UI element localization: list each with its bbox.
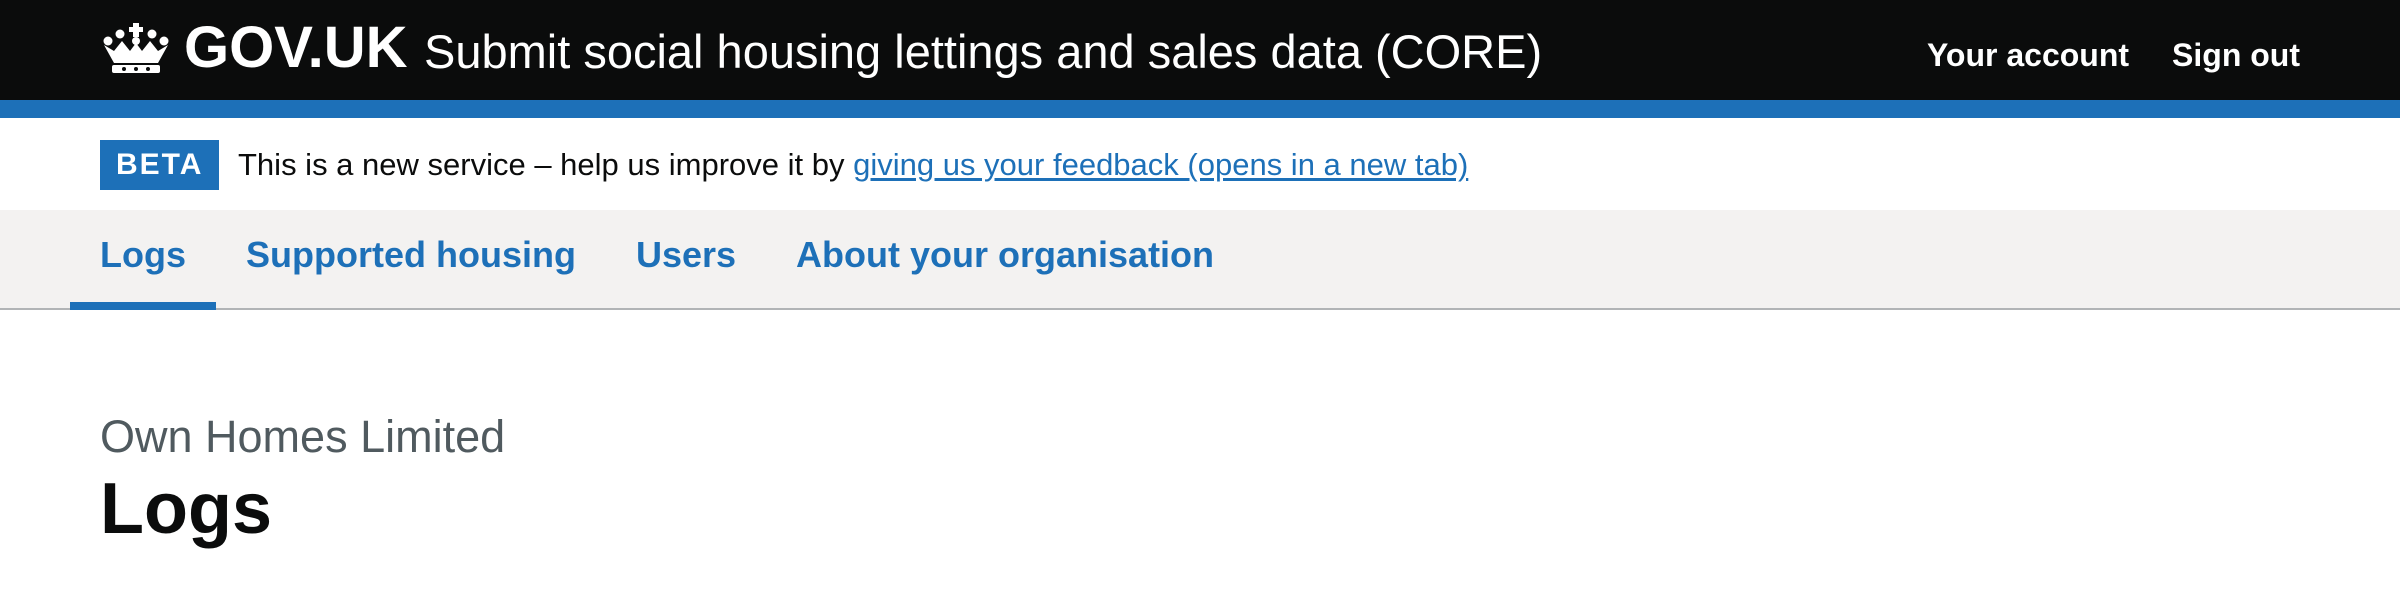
sign-out-link[interactable]: Sign out — [2172, 37, 2300, 73]
phase-banner: BETA This is a new service – help us imp… — [0, 118, 2400, 210]
nav-link-logs[interactable]: Logs — [100, 234, 186, 276]
nav-link-about-organisation[interactable]: About your organisation — [796, 234, 1214, 276]
your-account-link[interactable]: Your account — [1927, 37, 2129, 73]
page-title: Logs — [100, 469, 272, 549]
header-blue-bar — [0, 100, 2400, 118]
phase-banner-text: This is a new service – help us improve … — [238, 146, 1468, 183]
beta-tag: BETA — [100, 140, 220, 190]
header-account-nav: Your account Sign out — [1927, 37, 2300, 73]
nav-item-logs: Logs — [70, 210, 216, 310]
primary-navigation: Logs Supported housing Users About your … — [0, 210, 2400, 310]
feedback-link[interactable]: giving us your feedback (opens in a new … — [853, 147, 1468, 182]
nav-item-users: Users — [606, 210, 766, 308]
organisation-caption: Own Homes Limited — [100, 411, 506, 462]
nav-item-supported-housing: Supported housing — [216, 210, 606, 308]
nav-link-users[interactable]: Users — [636, 234, 736, 276]
crown-icon — [103, 23, 169, 73]
govuk-logotype: GOV.UK — [184, 15, 408, 80]
nav-item-about-organisation: About your organisation — [766, 210, 1244, 308]
service-name-link[interactable]: Submit social housing lettings and sales… — [424, 26, 1542, 78]
nav-link-supported-housing[interactable]: Supported housing — [246, 234, 576, 276]
govuk-header: GOV.UK Submit social housing lettings an… — [0, 0, 2400, 100]
phase-banner-message: This is a new service – help us improve … — [238, 147, 854, 182]
primary-nav-list: Logs Supported housing Users About your … — [70, 210, 1244, 310]
govuk-logo-link[interactable]: GOV.UK — [100, 18, 407, 78]
